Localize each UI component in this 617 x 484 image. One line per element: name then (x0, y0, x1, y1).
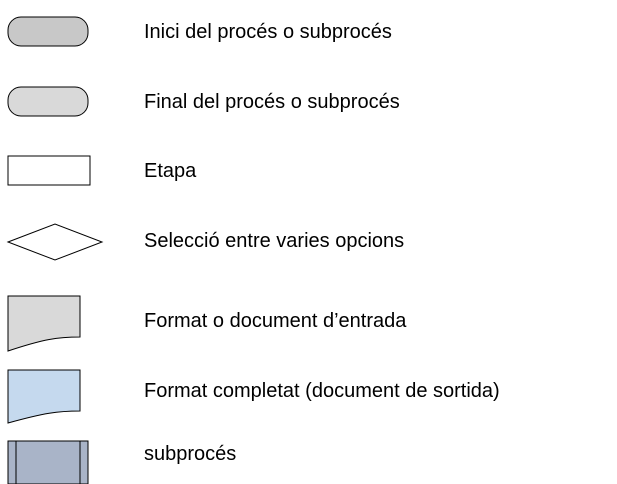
start-terminator-icon (7, 16, 89, 47)
legend-label-start: Inici del procés o subprocés (144, 21, 392, 43)
decision-diamond-symbol (6, 211, 104, 271)
subprocess-shape (7, 440, 89, 484)
step-rectangle-icon (7, 155, 91, 186)
decision-diamond-icon (6, 223, 104, 261)
legend-label-decision: Selecció entre varies opcions (144, 230, 405, 252)
legend-row-subprocess: subprocés (0, 424, 617, 484)
legend-row-end: Final del procés o subprocés (0, 72, 617, 132)
end-terminator-icon (7, 86, 89, 117)
end-terminator-shape (7, 86, 89, 117)
legend-label-input-document: Format o document d’entrada (144, 310, 407, 332)
decision-diamond-shape (6, 223, 104, 261)
output-document-icon (7, 369, 81, 424)
step-rectangle-symbol (6, 141, 104, 201)
legend-row-start: Inici del procés o subprocés (0, 2, 617, 62)
legend-row-step: Etapa (0, 141, 617, 201)
legend-label-subprocess: subprocés (144, 443, 237, 465)
subprocess-icon (7, 440, 89, 484)
output-document-shape (7, 369, 81, 424)
output-document-symbol (6, 361, 104, 424)
flowchart-symbol-legend: Inici del procés o subprocés Final del p… (0, 0, 617, 484)
legend-row-input-document: Format o document d’entrada (0, 291, 617, 352)
start-terminator-symbol (6, 2, 104, 62)
legend-label-output-document: Format completat (document de sortida) (144, 380, 500, 402)
start-terminator-shape (7, 16, 89, 47)
legend-label-step: Etapa (144, 160, 197, 182)
end-terminator-symbol (6, 72, 104, 132)
legend-row-output-document: Format completat (document de sortida) (0, 361, 617, 424)
input-document-icon (7, 295, 81, 352)
subprocess-symbol (6, 424, 104, 484)
input-document-symbol (6, 291, 104, 352)
input-document-shape (7, 295, 81, 352)
step-rectangle-shape (7, 155, 91, 186)
legend-label-end: Final del procés o subprocés (144, 91, 400, 113)
legend-row-decision: Selecció entre varies opcions (0, 211, 617, 271)
